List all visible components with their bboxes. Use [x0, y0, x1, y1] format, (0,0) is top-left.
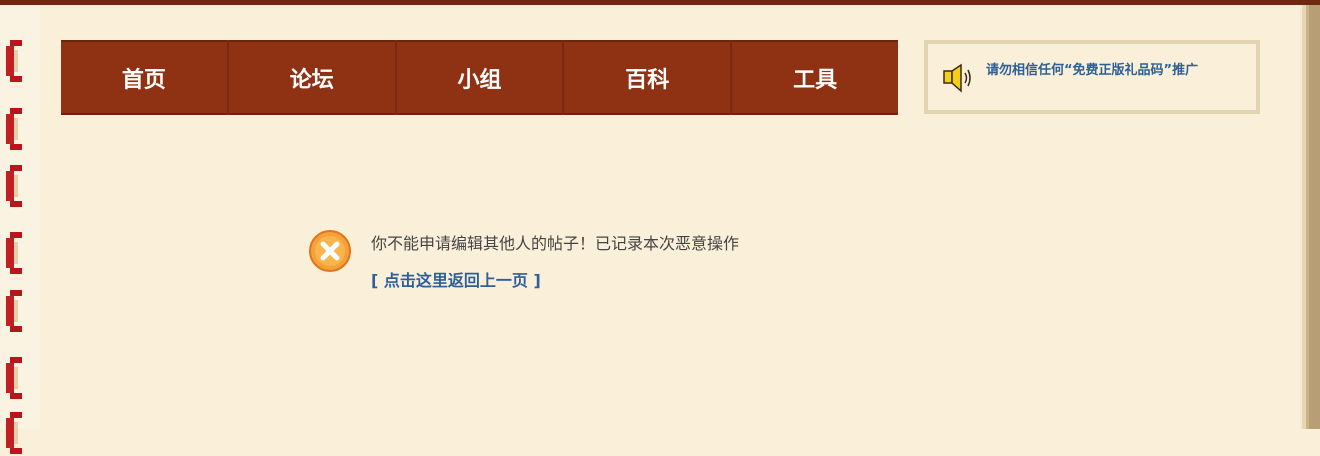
binding-ring — [4, 412, 22, 456]
announcement-box: 请勿相信任何“免费正版礼品码”推广 — [924, 40, 1260, 114]
binding-ring — [4, 290, 22, 334]
nav-item-tools[interactable]: 工具 — [732, 40, 898, 115]
binding-ring — [4, 165, 22, 209]
binding-ring — [4, 108, 22, 152]
top-border — [0, 0, 1320, 5]
binding-ring — [4, 232, 22, 276]
error-message: 你不能申请编辑其他人的帖子！已记录本次恶意操作 — [371, 234, 740, 253]
binding-ring — [4, 40, 22, 84]
nav-item-groups[interactable]: 小组 — [397, 40, 565, 115]
back-link[interactable]: [ 点击这里返回上一页 ] — [371, 267, 541, 291]
announcement-text[interactable]: 请勿相信任何“免费正版礼品码”推广 — [986, 59, 1198, 78]
binding-ring — [4, 357, 22, 401]
page-edge-strip — [1309, 5, 1320, 429]
nav-item-home[interactable]: 首页 — [61, 40, 229, 115]
nav-item-wiki[interactable]: 百科 — [564, 40, 733, 115]
speaker-icon — [943, 63, 971, 93]
error-icon — [309, 230, 351, 272]
nav-item-forum[interactable]: 论坛 — [229, 40, 397, 115]
page-edge — [1300, 5, 1320, 429]
main-nav: 首页 论坛 小组 百科 工具 — [61, 40, 898, 115]
